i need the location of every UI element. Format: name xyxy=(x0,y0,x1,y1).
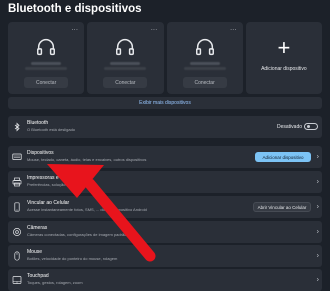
mouse-icon xyxy=(14,251,20,261)
page-title: Bluetooth e dispositivos xyxy=(8,3,142,15)
dispositivos-subtitle: Mouse, teclado, caneta, áudio, telas e e… xyxy=(27,157,147,162)
chevron-right-icon: › xyxy=(316,153,319,161)
add-device-card[interactable]: + Adicionar dispositivo xyxy=(245,22,322,94)
cameras-subtitle: Câmeras conectadas, configurações de ima… xyxy=(27,232,127,237)
connect-button[interactable]: Conectar xyxy=(24,77,69,88)
touchpad-title: Touchpad xyxy=(27,273,49,279)
chevron-right-icon: › xyxy=(316,203,319,211)
touchpad-icon xyxy=(12,276,22,284)
more-options-icon[interactable]: ... xyxy=(230,26,237,32)
headphones-icon xyxy=(116,39,135,56)
more-options-icon[interactable]: ... xyxy=(151,26,158,32)
printer-icon xyxy=(12,177,22,187)
devices-row-item[interactable]: Dispositivos Mouse, teclado, caneta, áud… xyxy=(8,146,322,168)
bluetooth-subtitle: O Bluetooth está desligado xyxy=(27,127,76,132)
mouse-title: Mouse xyxy=(27,249,43,255)
cameras-row[interactable]: Câmeras Câmeras conectadas, configuraçõe… xyxy=(8,221,322,243)
touchpad-row[interactable]: Touchpad Toques, gestos, rolagem, zoom › xyxy=(8,269,322,291)
device-card-1[interactable]: ... Conectar xyxy=(8,22,85,94)
device-name-blurred xyxy=(110,62,141,65)
bluetooth-icon xyxy=(14,122,20,132)
bluetooth-title: Bluetooth xyxy=(27,120,49,126)
devices-icon xyxy=(12,153,22,160)
camera-icon xyxy=(13,228,21,236)
celular-subtitle: Acesse instantaneamente fotos, SMS, ... … xyxy=(27,207,147,212)
bluetooth-row[interactable]: Bluetooth O Bluetooth está desligado Des… xyxy=(8,116,322,138)
device-card-3[interactable]: ... Conectar xyxy=(166,22,243,94)
chevron-right-icon: › xyxy=(316,252,319,260)
plus-icon: + xyxy=(277,35,291,60)
mouse-row[interactable]: Mouse Botões, velocidade do ponteiro do … xyxy=(8,245,322,267)
add-device-label: Adicionar dispositivo xyxy=(261,66,307,72)
show-more-devices-button[interactable]: Exibir mais dispositivos xyxy=(8,97,322,109)
mouse-subtitle: Botões, velocidade do ponteiro do mouse,… xyxy=(27,256,118,261)
impressoras-title: Impressoras e sc... xyxy=(27,175,70,181)
device-status-blurred xyxy=(183,67,226,70)
add-device-button[interactable]: Adicionar dispositivo xyxy=(255,152,311,162)
touchpad-subtitle: Toques, gestos, rolagem, zoom xyxy=(27,280,83,285)
headphones-icon xyxy=(195,39,214,56)
bluetooth-toggle[interactable] xyxy=(304,123,318,130)
connect-button[interactable]: Conectar xyxy=(103,77,148,88)
phone-icon xyxy=(14,202,20,212)
devices-row: ... Conectar ... Conectar ... Conectar +… xyxy=(8,22,322,94)
headphones-icon xyxy=(37,39,56,56)
toggle-state-label: Desativado xyxy=(276,124,302,130)
chevron-right-icon: › xyxy=(316,276,319,284)
device-name-blurred xyxy=(189,62,220,65)
connect-button[interactable]: Conectar xyxy=(182,77,227,88)
more-options-icon[interactable]: ... xyxy=(72,26,79,32)
device-status-blurred xyxy=(104,67,147,70)
dispositivos-title: Dispositivos xyxy=(27,150,54,156)
chevron-right-icon: › xyxy=(316,178,319,186)
open-phone-link-button[interactable]: Abrir Vincular ao Celular xyxy=(253,202,311,212)
impressoras-subtitle: Preferências, solução de... xyxy=(27,182,75,187)
celular-title: Vincular ao Celular xyxy=(27,200,70,206)
printers-row[interactable]: Impressoras e sc... Preferências, soluçã… xyxy=(8,171,322,193)
phone-link-row[interactable]: Vincular ao Celular Acesse instantaneame… xyxy=(8,196,322,218)
device-name-blurred xyxy=(31,62,62,65)
device-status-blurred xyxy=(25,67,68,70)
chevron-right-icon: › xyxy=(316,228,319,236)
device-card-2[interactable]: ... Conectar xyxy=(87,22,164,94)
cameras-title: Câmeras xyxy=(27,225,48,231)
